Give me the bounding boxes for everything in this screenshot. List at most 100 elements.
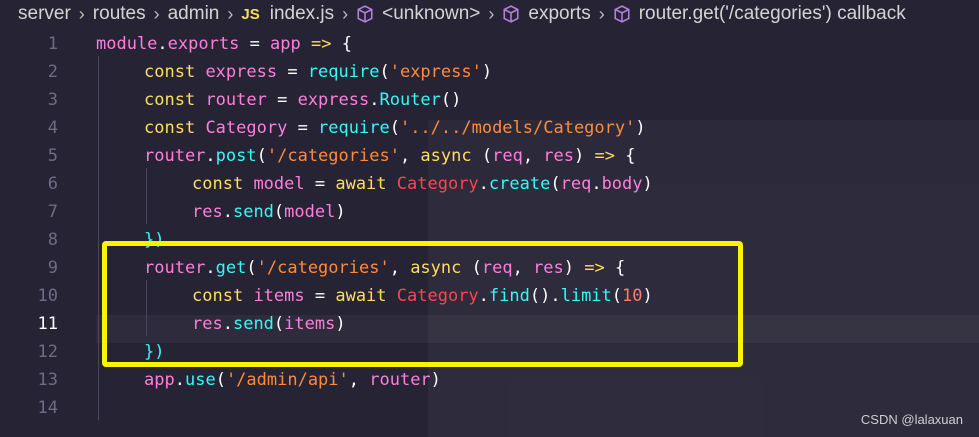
line-number: 10 bbox=[37, 286, 58, 306]
symbol-cube-icon bbox=[614, 5, 630, 23]
code-token: const bbox=[144, 90, 196, 110]
code-token: . bbox=[174, 370, 185, 390]
line-number: 6 bbox=[47, 174, 58, 194]
breadcrumb-item-admin[interactable]: admin bbox=[168, 3, 220, 25]
code-token: send bbox=[232, 202, 274, 222]
code-token: { bbox=[331, 34, 352, 54]
code-token: = bbox=[277, 62, 308, 82]
line-number-gutter: 1 2 3 4 5 6 7 8 9 10 11 12 13 14 bbox=[0, 28, 78, 437]
code-line[interactable]: res.send(model) bbox=[192, 198, 346, 226]
breadcrumb-item-file[interactable]: JS index.js bbox=[241, 3, 334, 25]
code-token: express bbox=[205, 62, 278, 82]
code-token: 'express' bbox=[389, 62, 482, 82]
chevron-right-icon: › bbox=[153, 3, 160, 24]
code-token: = bbox=[239, 34, 271, 54]
code-line[interactable]: app.use('/admin/api', router) bbox=[144, 366, 441, 394]
line-number: 2 bbox=[47, 62, 58, 82]
indent-guide bbox=[98, 56, 99, 420]
code-token: post bbox=[215, 146, 257, 166]
chevron-right-icon: › bbox=[342, 3, 349, 24]
code-token: = bbox=[266, 90, 298, 110]
breadcrumb: server › routes › admin › JS index.js › … bbox=[0, 0, 979, 28]
code-token: const bbox=[144, 62, 196, 82]
code-token: . bbox=[222, 202, 233, 222]
code-token: app bbox=[144, 370, 175, 390]
code-line[interactable]: module.exports = app => { bbox=[96, 30, 352, 58]
code-token: model bbox=[284, 202, 336, 222]
line-number: 8 bbox=[47, 230, 58, 250]
chevron-right-icon: › bbox=[227, 3, 234, 24]
code-token: ( bbox=[389, 118, 400, 138]
code-token: '/categories' bbox=[266, 146, 400, 166]
code-token: router bbox=[144, 146, 206, 166]
code-token: '../../models/Category' bbox=[399, 118, 636, 138]
code-token: exports bbox=[167, 34, 240, 54]
symbol-cube-icon bbox=[357, 5, 373, 23]
chevron-right-icon: › bbox=[78, 3, 85, 24]
line-number: 13 bbox=[37, 370, 58, 390]
code-line[interactable]: const express = require('express') bbox=[144, 58, 492, 86]
line-number: 7 bbox=[47, 202, 58, 222]
code-token: . bbox=[205, 146, 216, 166]
line-number: 12 bbox=[37, 342, 58, 362]
code-token: ( bbox=[215, 370, 226, 390]
code-line[interactable]: const model = await Category.create(req.… bbox=[192, 170, 653, 198]
code-line[interactable]: const Category = require('../../models/C… bbox=[144, 114, 646, 142]
line-number: 5 bbox=[47, 146, 58, 166]
code-token: = bbox=[287, 118, 319, 138]
code-token: ) bbox=[481, 62, 493, 82]
code-token: ( bbox=[256, 146, 267, 166]
breadcrumb-item-callback[interactable]: router.get('/categories') callback bbox=[613, 3, 906, 25]
line-number: 11 bbox=[37, 314, 58, 334]
code-token: Category bbox=[396, 174, 479, 194]
code-token: body bbox=[601, 174, 643, 194]
code-token: model bbox=[253, 174, 305, 194]
code-token: app bbox=[270, 34, 301, 54]
code-token: async bbox=[420, 146, 472, 166]
code-token: module bbox=[96, 34, 158, 54]
line-number: 3 bbox=[47, 90, 58, 110]
code-token: ( bbox=[273, 202, 285, 222]
code-line[interactable]: router.post('/categories', async (req, r… bbox=[144, 142, 635, 170]
code-token: res bbox=[543, 146, 575, 166]
code-token: res bbox=[192, 202, 223, 222]
symbol-cube-icon bbox=[503, 5, 519, 23]
code-token: express bbox=[297, 90, 370, 110]
code-token: ( bbox=[550, 174, 561, 194]
code-token: => bbox=[311, 34, 332, 54]
code-token: req bbox=[560, 174, 592, 194]
code-token: use bbox=[184, 370, 216, 390]
code-token: const bbox=[192, 174, 244, 194]
code-token: router bbox=[205, 90, 267, 110]
breadcrumb-item-server[interactable]: server bbox=[18, 3, 71, 25]
breadcrumb-item-unknown[interactable]: <unknown> bbox=[356, 3, 480, 25]
line-number: 4 bbox=[47, 118, 58, 138]
code-token: req bbox=[492, 146, 523, 166]
watermark: CSDN @lalaxuan bbox=[860, 412, 963, 427]
indent-guide bbox=[146, 168, 147, 224]
line-number: 1 bbox=[47, 34, 58, 54]
code-token: => bbox=[594, 146, 615, 166]
code-token: ( bbox=[471, 146, 493, 166]
code-token: require bbox=[318, 118, 390, 138]
chevron-right-icon: › bbox=[598, 3, 605, 24]
code-editor[interactable]: module.exports = app => {const express =… bbox=[96, 28, 976, 437]
code-line[interactable]: const router = express.Router() bbox=[144, 86, 461, 114]
code-token: require bbox=[307, 62, 380, 82]
breadcrumb-file-label: index.js bbox=[269, 3, 335, 24]
code-token: ) bbox=[642, 174, 653, 194]
breadcrumb-item-routes[interactable]: routes bbox=[93, 3, 146, 25]
code-token: . bbox=[591, 174, 602, 194]
breadcrumb-item-exports[interactable]: exports bbox=[502, 3, 591, 25]
code-token: ) bbox=[335, 202, 346, 222]
code-token: const bbox=[144, 118, 196, 138]
code-token: . bbox=[478, 174, 489, 194]
code-token: ( bbox=[379, 62, 390, 82]
code-token: = bbox=[304, 174, 336, 194]
code-token: { bbox=[614, 146, 636, 166]
